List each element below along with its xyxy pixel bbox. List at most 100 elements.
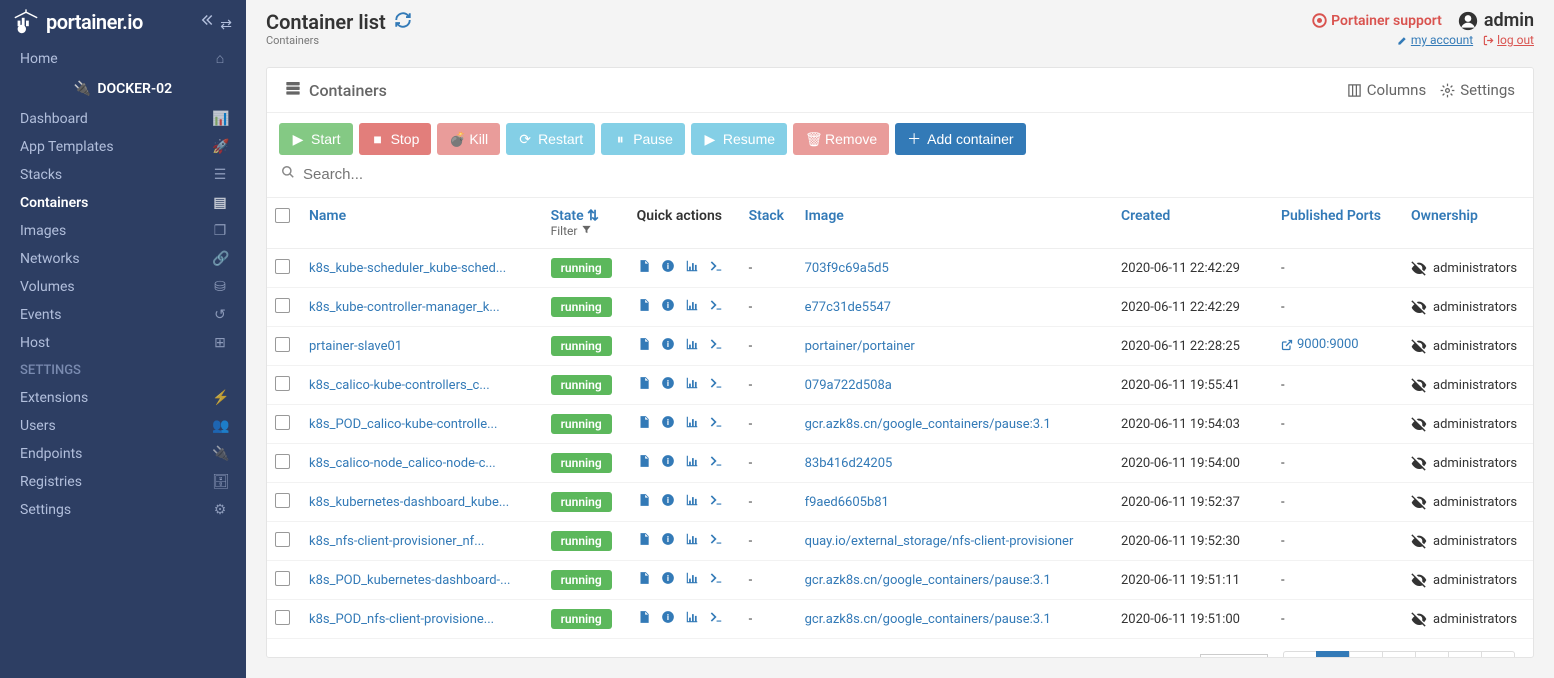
stats-icon[interactable]: [685, 571, 699, 589]
stats-icon[interactable]: [685, 337, 699, 355]
sidebar-item-app-templates[interactable]: App Templates 🚀: [0, 133, 246, 161]
inspect-icon[interactable]: i: [661, 376, 675, 394]
image-link[interactable]: portainer/portainer: [805, 339, 915, 354]
columns-button[interactable]: Columns: [1347, 81, 1426, 99]
image-link[interactable]: gcr.azk8s.cn/google_containers/pause:3.1: [805, 573, 1051, 588]
console-icon[interactable]: [709, 337, 723, 355]
image-link[interactable]: gcr.azk8s.cn/google_containers/pause:3.1: [805, 417, 1051, 432]
page-2[interactable]: 2: [1349, 651, 1383, 658]
console-icon[interactable]: [709, 571, 723, 589]
container-name-link[interactable]: k8s_kube-controller-manager_k...: [309, 300, 500, 315]
select-all-checkbox[interactable]: [275, 208, 290, 223]
sidebar-item-home[interactable]: Home ⌂: [0, 44, 246, 73]
col-ownership[interactable]: Ownership: [1403, 198, 1533, 249]
col-image[interactable]: Image: [797, 198, 1113, 249]
container-name-link[interactable]: k8s_nfs-client-provisioner_nf...: [309, 534, 484, 549]
pause-button[interactable]: ⏸Pause: [601, 123, 685, 155]
container-name-link[interactable]: prtainer-slave01: [309, 339, 402, 354]
sidebar-item-dashboard[interactable]: Dashboard 📊: [0, 105, 246, 133]
col-stack[interactable]: Stack: [741, 198, 797, 249]
console-icon[interactable]: [709, 493, 723, 511]
page-...[interactable]: ...: [1415, 651, 1449, 658]
inspect-icon[interactable]: i: [661, 610, 675, 628]
sidebar-item-networks[interactable]: Networks 🔗: [0, 245, 246, 273]
stats-icon[interactable]: [685, 415, 699, 433]
sidebar-item-host[interactable]: Host ⊞: [0, 329, 246, 357]
image-link[interactable]: 83b416d24205: [805, 456, 893, 471]
stats-icon[interactable]: [685, 532, 699, 550]
kill-button[interactable]: 💣Kill: [437, 123, 500, 155]
stop-button[interactable]: ■Stop: [359, 123, 432, 155]
console-icon[interactable]: [709, 298, 723, 316]
logs-icon[interactable]: [637, 259, 651, 277]
stats-icon[interactable]: [685, 493, 699, 511]
inspect-icon[interactable]: i: [661, 493, 675, 511]
my-account-link[interactable]: my account: [1397, 33, 1473, 47]
row-checkbox[interactable]: [275, 454, 290, 469]
inspect-icon[interactable]: i: [661, 337, 675, 355]
stats-icon[interactable]: [685, 610, 699, 628]
image-link[interactable]: gcr.azk8s.cn/google_containers/pause:3.1: [805, 612, 1051, 627]
sidebar-endpoint[interactable]: 🔌DOCKER-02: [0, 73, 246, 105]
log-out-link[interactable]: log out: [1483, 33, 1534, 47]
logs-icon[interactable]: [637, 415, 651, 433]
sidebar-item-registries[interactable]: Registries 🗄: [0, 468, 246, 496]
sidebar-item-users[interactable]: Users 👥: [0, 412, 246, 440]
inspect-icon[interactable]: i: [661, 571, 675, 589]
sidebar-item-images[interactable]: Images ❐: [0, 217, 246, 245]
row-checkbox[interactable]: [275, 337, 290, 352]
console-icon[interactable]: [709, 454, 723, 472]
filter-icon[interactable]: [581, 224, 592, 238]
inspect-icon[interactable]: i: [661, 259, 675, 277]
console-icon[interactable]: [709, 415, 723, 433]
stats-icon[interactable]: [685, 259, 699, 277]
col-created[interactable]: Created: [1113, 198, 1273, 249]
restart-button[interactable]: ⟳Restart: [506, 123, 595, 155]
settings-button[interactable]: Settings: [1440, 81, 1515, 99]
stats-icon[interactable]: [685, 376, 699, 394]
stats-icon[interactable]: [685, 298, 699, 316]
logs-icon[interactable]: [637, 532, 651, 550]
row-checkbox[interactable]: [275, 532, 290, 547]
image-link[interactable]: 079a722d508a: [805, 378, 892, 393]
sidebar-item-stacks[interactable]: Stacks ☰: [0, 161, 246, 189]
add-container-button[interactable]: ＋Add container: [895, 123, 1025, 155]
remove-button[interactable]: 🗑Remove: [793, 123, 889, 155]
support-link[interactable]: Portainer support: [1312, 13, 1442, 29]
sidebar-collapse-icon[interactable]: ⇄: [199, 11, 232, 33]
resume-button[interactable]: ▶Resume: [691, 123, 787, 155]
sidebar-item-events[interactable]: Events ↺: [0, 301, 246, 329]
sidebar-item-containers[interactable]: Containers ▤: [0, 189, 246, 217]
sidebar-item-settings[interactable]: Settings ⚙: [0, 496, 246, 524]
row-checkbox[interactable]: [275, 571, 290, 586]
logs-icon[interactable]: [637, 337, 651, 355]
start-button[interactable]: ▶Start: [279, 123, 353, 155]
row-checkbox[interactable]: [275, 493, 290, 508]
sidebar-item-endpoints[interactable]: Endpoints 🔌: [0, 440, 246, 468]
logs-icon[interactable]: [637, 571, 651, 589]
container-name-link[interactable]: k8s_kubernetes-dashboard_kube...: [309, 495, 509, 510]
user-menu[interactable]: admin: [1458, 10, 1534, 31]
sidebar-item-extensions[interactable]: Extensions ⚡: [0, 384, 246, 412]
logs-icon[interactable]: [637, 376, 651, 394]
inspect-icon[interactable]: i: [661, 454, 675, 472]
container-name-link[interactable]: k8s_kube-scheduler_kube-sched...: [309, 261, 506, 276]
col-name[interactable]: Name: [301, 198, 543, 249]
logs-icon[interactable]: [637, 493, 651, 511]
row-checkbox[interactable]: [275, 415, 290, 430]
inspect-icon[interactable]: i: [661, 415, 675, 433]
page-›[interactable]: ›: [1481, 651, 1515, 658]
col-ports[interactable]: Published Ports: [1273, 198, 1403, 249]
sidebar-item-volumes[interactable]: Volumes ⛁: [0, 273, 246, 301]
page-‹[interactable]: ‹: [1283, 651, 1317, 658]
image-link[interactable]: 703f9c69a5d5: [805, 261, 889, 276]
brand-logo[interactable]: portainer.io: [10, 8, 143, 36]
container-name-link[interactable]: k8s_POD_nfs-client-provisione...: [309, 612, 494, 627]
col-state[interactable]: State ⇅ Filter: [543, 198, 629, 249]
page-8[interactable]: 8: [1448, 651, 1482, 658]
row-checkbox[interactable]: [275, 376, 290, 391]
container-name-link[interactable]: k8s_POD_calico-kube-controlle...: [309, 417, 497, 432]
console-icon[interactable]: [709, 376, 723, 394]
inspect-icon[interactable]: i: [661, 298, 675, 316]
image-link[interactable]: f9aed6605b81: [805, 495, 889, 510]
